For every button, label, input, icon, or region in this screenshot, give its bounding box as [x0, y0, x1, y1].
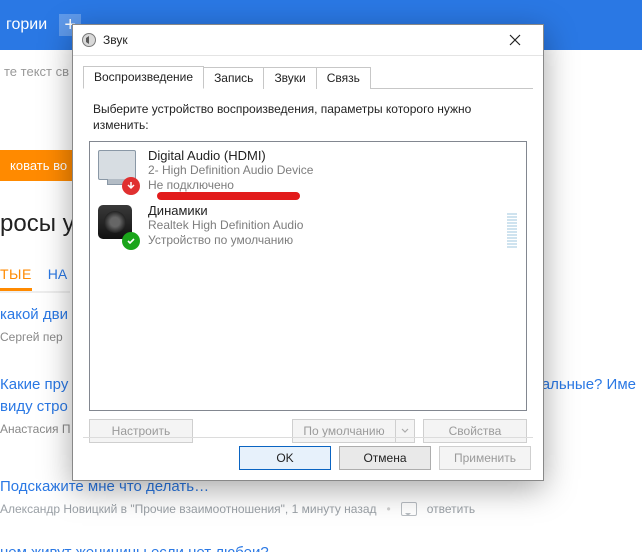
bg-q2-title[interactable]: Какие пру: [0, 376, 68, 393]
bg-tab-open[interactable]: ТЫЕ: [0, 266, 32, 291]
bg-q1-author: Сергей пер: [0, 330, 63, 344]
device-list[interactable]: Digital Audio (HDMI) 2- High Definition …: [89, 141, 527, 411]
level-meter: [506, 203, 518, 248]
device-name: Digital Audio (HDMI): [148, 148, 518, 163]
ok-button[interactable]: OK: [239, 446, 331, 470]
device-driver: 2- High Definition Audio Device: [148, 163, 518, 178]
bg-q2-right: тальные? Име: [535, 376, 636, 393]
dialog-separator: [83, 437, 533, 438]
dialog-tabstrip: Воспроизведение Запись Звуки Связь: [83, 64, 533, 89]
cancel-button[interactable]: Отмена: [339, 446, 431, 470]
bg-q2-sub: виду стро: [0, 398, 68, 415]
bg-topbar-text: гории: [6, 16, 47, 34]
configure-button: Настроить: [89, 419, 193, 443]
bg-tabs: ТЫЕ НА: [0, 266, 70, 293]
device-name: Динамики: [148, 203, 506, 218]
device-status: Устройство по умолчанию: [148, 233, 506, 248]
dialog-title: Звук: [103, 33, 495, 47]
device-status: Не подключено: [148, 178, 518, 193]
set-default-button: По умолчанию: [292, 419, 395, 443]
meta-separator-dot: •: [387, 502, 391, 516]
status-disconnected-icon: [122, 177, 140, 195]
properties-button: Свойства: [423, 419, 527, 443]
sound-dialog: Звук Воспроизведение Запись Звуки Связь …: [72, 24, 544, 481]
bg-tab-new[interactable]: НА: [48, 266, 67, 291]
close-button[interactable]: [495, 26, 535, 54]
tab-playback[interactable]: Воспроизведение: [83, 66, 204, 89]
close-icon: [509, 34, 521, 46]
bg-q2-author: Анастасия П: [0, 422, 71, 436]
bg-q3-answer-link[interactable]: ответить: [427, 502, 475, 516]
comment-icon[interactable]: [401, 502, 417, 516]
device-item-speakers[interactable]: Динамики Realtek High Definition Audio У…: [90, 197, 526, 252]
bg-q4-title[interactable]: нем живут женицины если нет любеи?: [0, 544, 269, 552]
bg-q3-meta: Александр Новицкий в "Прочие взаимоотнош…: [0, 502, 475, 516]
bg-q1-title[interactable]: какой дви: [0, 306, 68, 323]
tab-recording[interactable]: Запись: [203, 67, 264, 89]
bg-q3-meta-text: Александр Новицкий в "Прочие взаимоотнош…: [0, 502, 377, 516]
status-default-icon: [122, 232, 140, 250]
tab-communications[interactable]: Связь: [316, 67, 371, 89]
sound-icon: [81, 32, 97, 48]
monitor-icon: [98, 148, 142, 193]
device-item-hdmi[interactable]: Digital Audio (HDMI) 2- High Definition …: [90, 142, 526, 197]
speaker-icon: [98, 203, 142, 248]
dialog-titlebar[interactable]: Звук: [73, 25, 543, 56]
apply-button: Применить: [439, 446, 531, 470]
playback-hint: Выберите устройство воспроизведения, пар…: [93, 101, 523, 133]
tab-sounds[interactable]: Звуки: [263, 67, 316, 89]
set-default-splitbutton: По умолчанию: [292, 419, 415, 443]
tab-panel-playback: Выберите устройство воспроизведения, пар…: [83, 89, 533, 451]
bg-publish-button[interactable]: ковать во: [0, 150, 77, 181]
dialog-footer: OK Отмена Применить: [239, 446, 531, 470]
bg-search-placeholder: те текст св: [4, 64, 69, 79]
device-driver: Realtek High Definition Audio: [148, 218, 506, 233]
chevron-down-icon: [395, 419, 415, 443]
